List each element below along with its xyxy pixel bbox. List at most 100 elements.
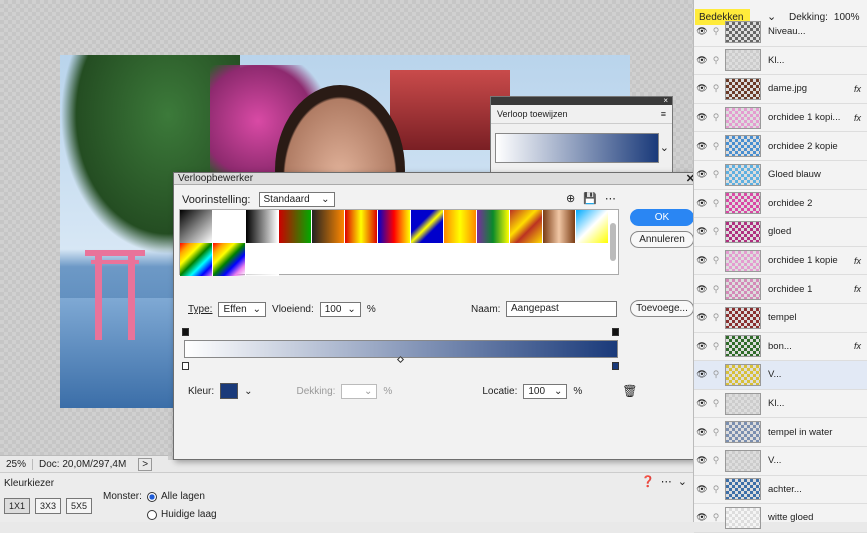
layer-row[interactable]: 👁 ⚲ tempel in water: [694, 418, 867, 447]
layer-thumbnail[interactable]: [725, 77, 761, 100]
preset-select[interactable]: Standaard ⌄: [258, 192, 335, 207]
layer-thumbnail[interactable]: [725, 449, 761, 472]
eye-icon[interactable]: 👁: [694, 341, 710, 352]
eye-icon[interactable]: 👁: [694, 141, 710, 152]
zoom-level[interactable]: 25%: [0, 459, 34, 470]
more-icon[interactable]: ⋯: [605, 192, 616, 205]
link-icon[interactable]: ⚲: [710, 112, 722, 123]
link-icon[interactable]: ⚲: [710, 141, 722, 152]
ok-button[interactable]: OK: [630, 209, 694, 226]
add-preset-icon[interactable]: ⊕: [566, 192, 575, 205]
gradient-bar[interactable]: [184, 340, 618, 358]
layer-row[interactable]: 👁 ⚲ gloed: [694, 218, 867, 247]
link-icon[interactable]: ⚲: [710, 312, 722, 323]
layer-row[interactable]: 👁 ⚲ witte gloed: [694, 504, 867, 533]
gradient-preset-swatch[interactable]: [345, 210, 378, 243]
eye-icon[interactable]: 👁: [694, 26, 710, 37]
layer-row[interactable]: 👁 ⚲ achter...: [694, 476, 867, 505]
eye-icon[interactable]: 👁: [694, 369, 710, 380]
layer-row[interactable]: 👁 ⚲ orchidee 2: [694, 190, 867, 219]
eye-icon[interactable]: 👁: [694, 83, 710, 94]
color-stop-right[interactable]: [612, 362, 619, 370]
layer-row[interactable]: 👁 ⚲ orchidee 2 kopie: [694, 132, 867, 161]
radio-current-layer[interactable]: Huidige laag: [147, 509, 217, 520]
layer-thumbnail[interactable]: [725, 306, 761, 329]
gradient-preset-swatch[interactable]: [477, 210, 510, 243]
layer-row[interactable]: 👁 ⚲ Gloed blauw: [694, 161, 867, 190]
color-stop-left[interactable]: [182, 362, 189, 370]
chevron-down-icon[interactable]: ⌄: [678, 475, 687, 488]
link-icon[interactable]: ⚲: [710, 255, 722, 266]
eye-icon[interactable]: 👁: [694, 169, 710, 180]
more-icon[interactable]: ⋯: [661, 475, 672, 488]
radio-icon[interactable]: [147, 509, 157, 520]
eye-icon[interactable]: 👁: [694, 455, 710, 466]
layer-thumbnail[interactable]: [725, 506, 761, 529]
layer-thumbnail[interactable]: [725, 421, 761, 444]
layer-thumbnail[interactable]: [725, 220, 761, 243]
layer-thumbnail[interactable]: [725, 163, 761, 186]
eye-icon[interactable]: 👁: [694, 198, 710, 209]
gradient-preset-swatch[interactable]: [180, 243, 213, 276]
link-icon[interactable]: ⚲: [710, 226, 722, 237]
fx-icon[interactable]: fx: [854, 256, 867, 266]
layer-thumbnail[interactable]: [725, 392, 761, 415]
sample-size-1x1[interactable]: 1X1: [4, 498, 31, 514]
layer-row[interactable]: 👁 ⚲ dame.jpg fx: [694, 75, 867, 104]
layer-row[interactable]: 👁 ⚲ orchidee 1 kopie fx: [694, 247, 867, 276]
gradient-preset-swatch[interactable]: [246, 243, 279, 276]
link-icon[interactable]: ⚲: [710, 198, 722, 209]
assign-panel-close-icon[interactable]: ×: [491, 97, 672, 105]
layer-thumbnail[interactable]: [725, 106, 761, 129]
link-icon[interactable]: ⚲: [710, 55, 722, 66]
opacity-stop-left[interactable]: [182, 328, 189, 336]
link-icon[interactable]: ⚲: [710, 169, 722, 180]
eye-icon[interactable]: 👁: [694, 312, 710, 323]
layer-row[interactable]: 👁 ⚲ Niveau...: [694, 18, 867, 47]
gradient-preset-swatch[interactable]: [213, 243, 246, 276]
layer-thumbnail[interactable]: [725, 335, 761, 358]
add-button[interactable]: Toevoege...: [630, 300, 694, 317]
layer-thumbnail[interactable]: [725, 49, 761, 72]
fx-icon[interactable]: fx: [854, 341, 867, 351]
eye-icon[interactable]: 👁: [694, 484, 710, 495]
layer-thumbnail[interactable]: [725, 192, 761, 215]
link-icon[interactable]: ⚲: [710, 83, 722, 94]
layer-row[interactable]: 👁 ⚲ orchidee 1 kopi... fx: [694, 104, 867, 133]
link-icon[interactable]: ⚲: [710, 369, 722, 380]
panel-menu-icon[interactable]: ≡: [661, 109, 666, 119]
help-icon[interactable]: ❓: [641, 475, 655, 488]
preset-scrollbar[interactable]: [610, 223, 616, 261]
gradient-preset-swatch[interactable]: [312, 210, 345, 243]
link-icon[interactable]: ⚲: [710, 341, 722, 352]
gradient-preset-swatch[interactable]: [444, 210, 477, 243]
layer-thumbnail[interactable]: [725, 249, 761, 272]
gradient-preset-swatch[interactable]: [180, 210, 213, 243]
opacity-stop-right[interactable]: [612, 328, 619, 336]
chevron-down-icon[interactable]: ⌄: [244, 386, 252, 397]
layer-row[interactable]: 👁 ⚲ bon... fx: [694, 333, 867, 362]
fx-icon[interactable]: fx: [854, 84, 867, 94]
layer-thumbnail[interactable]: [725, 278, 761, 301]
eye-icon[interactable]: 👁: [694, 55, 710, 66]
gradient-swatch[interactable]: [495, 133, 659, 163]
chevron-down-icon[interactable]: ⌄: [660, 141, 669, 154]
eye-icon[interactable]: 👁: [694, 226, 710, 237]
layer-thumbnail[interactable]: [725, 135, 761, 158]
gradient-preset-swatch[interactable]: [411, 210, 444, 243]
eye-icon[interactable]: 👁: [694, 112, 710, 123]
sample-size-5x5[interactable]: 5X5: [66, 498, 93, 514]
link-icon[interactable]: ⚲: [710, 284, 722, 295]
fx-icon[interactable]: fx: [854, 113, 867, 123]
gradient-preset-swatch[interactable]: [576, 210, 609, 243]
gradient-preset-swatch[interactable]: [543, 210, 576, 243]
save-icon[interactable]: 💾: [583, 192, 597, 205]
sample-size-3x3[interactable]: 3X3: [35, 498, 62, 514]
link-icon[interactable]: ⚲: [710, 26, 722, 37]
status-arrow-button[interactable]: >: [138, 458, 153, 471]
link-icon[interactable]: ⚲: [710, 455, 722, 466]
radio-all-layers[interactable]: Alle lagen: [147, 491, 205, 502]
name-input[interactable]: Aangepast: [506, 301, 617, 317]
eye-icon[interactable]: 👁: [694, 284, 710, 295]
cancel-button[interactable]: Annuleren: [630, 231, 694, 248]
